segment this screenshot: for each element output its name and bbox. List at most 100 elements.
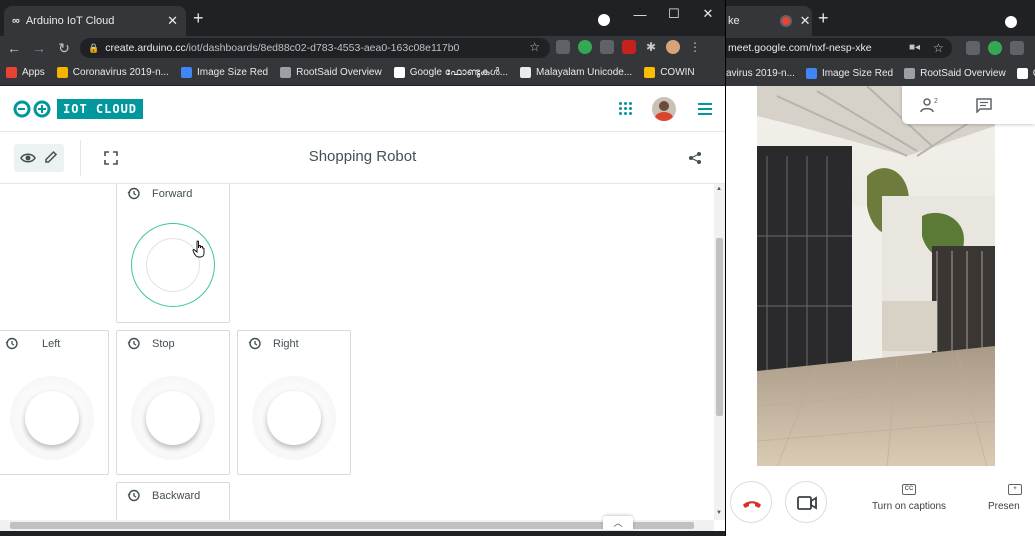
close-window-icon[interactable]: ✕ bbox=[691, 6, 725, 22]
bookmark-label: Image Size Red bbox=[821, 67, 894, 79]
bookmark-favicon-icon bbox=[280, 67, 292, 78]
bookmark-favicon-icon bbox=[520, 67, 532, 78]
remote-video-feed bbox=[757, 86, 995, 467]
people-icon[interactable]: 2 bbox=[920, 97, 940, 113]
phone-hangup-icon bbox=[743, 501, 761, 508]
widget-label: Backward bbox=[152, 489, 201, 502]
bookmarks-bar: avirus 2019-n... Image Size Red RootSaid O… bbox=[726, 60, 1035, 86]
lock-icon: 🔒 bbox=[88, 42, 100, 53]
forward-icon[interactable]: → bbox=[28, 40, 50, 56]
hang-up-button[interactable] bbox=[730, 481, 772, 523]
profile-indicator-icon[interactable] bbox=[598, 14, 610, 26]
bookmark-star-icon[interactable]: ☆ bbox=[529, 40, 540, 54]
bookmark-item[interactable]: Coronavirus 2019-n... bbox=[56, 67, 169, 78]
close-tab-icon[interactable]: ✕ bbox=[167, 13, 178, 29]
apps-grid-icon[interactable] bbox=[619, 102, 633, 116]
extension-icon-1[interactable] bbox=[556, 40, 570, 54]
bookmark-item[interactable]: COWIN bbox=[644, 67, 695, 78]
address-bar[interactable]: 🔒 create.arduino.cc /iot/dashboards/8ed8… bbox=[80, 38, 550, 58]
arduino-favicon-icon: ∞ bbox=[12, 15, 20, 27]
widget-label: Right bbox=[273, 337, 299, 350]
share-icon[interactable] bbox=[688, 151, 702, 165]
camera-permission-icon[interactable]: ■◂ bbox=[909, 38, 920, 58]
present-label: Presen bbox=[988, 501, 1020, 512]
bookmark-favicon-icon bbox=[1016, 67, 1028, 79]
camera-toggle-button[interactable] bbox=[785, 481, 827, 523]
bookmark-item[interactable]: avirus 2019-n... bbox=[726, 68, 795, 79]
new-tab-icon[interactable]: + bbox=[818, 8, 829, 29]
chat-icon[interactable] bbox=[976, 98, 992, 113]
meet-stage: 2 bbox=[726, 86, 1035, 467]
history-icon[interactable] bbox=[5, 337, 18, 350]
bookmark-label: Apps bbox=[22, 67, 45, 78]
scroll-down-icon[interactable]: ▼ bbox=[716, 510, 722, 516]
bookmark-star-icon[interactable]: ☆ bbox=[933, 38, 944, 58]
bookmarks-bar: Apps Coronavirus 2019-n... Image Size Red R… bbox=[0, 60, 725, 86]
browser-toolbar: ← → ↻ 🔒 create.arduino.cc /iot/dashboard… bbox=[0, 36, 725, 60]
scrollbar-thumb[interactable] bbox=[10, 522, 694, 529]
browser-menu-icon[interactable]: ⋮ bbox=[688, 40, 702, 54]
bookmark-favicon-icon bbox=[56, 67, 68, 78]
bookmark-item[interactable]: Image Size Red bbox=[180, 67, 268, 78]
scrollbar-thumb[interactable] bbox=[716, 238, 723, 416]
history-icon[interactable] bbox=[127, 489, 140, 502]
profile-indicator-icon[interactable] bbox=[1005, 16, 1017, 28]
browser-profile-avatar[interactable] bbox=[666, 40, 680, 54]
bookmark-item[interactable]: Malayalam Unicode... bbox=[520, 67, 632, 78]
push-button-left[interactable] bbox=[10, 376, 94, 460]
back-icon[interactable]: ← bbox=[3, 40, 25, 56]
push-button-forward[interactable] bbox=[131, 223, 215, 307]
bookmark-item[interactable]: RootSaid Overview bbox=[904, 67, 1006, 79]
captions-label: Turn on captions bbox=[871, 501, 947, 512]
video-camera-icon bbox=[797, 496, 817, 510]
hand-cursor-icon bbox=[192, 240, 205, 258]
bookmark-favicon-icon bbox=[805, 67, 817, 79]
desktop: ∞ Arduino IoT Cloud ✕ + — ☐ ✕ ← → ↻ 🔒 cr… bbox=[0, 0, 1035, 536]
closed-captions-icon: CC bbox=[902, 484, 916, 495]
bookmark-item[interactable]: Apps bbox=[6, 67, 45, 78]
push-button-right[interactable] bbox=[252, 376, 336, 460]
tab-title: ke bbox=[728, 15, 740, 27]
widget-left: Left bbox=[0, 330, 109, 475]
bookmark-item[interactable]: Image Size Red bbox=[805, 67, 894, 79]
turn-on-captions-button[interactable]: CC Turn on captions bbox=[856, 484, 962, 512]
user-avatar[interactable] bbox=[652, 97, 676, 121]
address-bar[interactable]: meet.google.com/nxf-nesp-xke ■◂ ☆ bbox=[726, 38, 952, 58]
minimize-icon[interactable]: — bbox=[623, 7, 657, 22]
reload-icon[interactable]: ↻ bbox=[53, 40, 75, 57]
bookmark-favicon-icon bbox=[904, 67, 916, 79]
puzzle-extensions-icon[interactable]: ✱ bbox=[644, 40, 658, 54]
tab-google-meet[interactable]: ke ✕ bbox=[726, 6, 812, 36]
extension-icon-2[interactable] bbox=[578, 40, 592, 54]
bookmark-label: Google ഫോണ്ടുകൾ... bbox=[409, 67, 509, 78]
history-icon[interactable] bbox=[127, 337, 140, 350]
bookmark-label: avirus 2019-n... bbox=[726, 67, 795, 79]
extension-icon-1[interactable] bbox=[966, 41, 980, 55]
apps-grid-icon bbox=[6, 67, 17, 78]
bookmark-item[interactable]: RootSaid Overview bbox=[280, 67, 382, 78]
bookmark-item[interactable]: Google ഫോണ്ടുകൾ... bbox=[393, 67, 509, 78]
extension-icon-2[interactable] bbox=[988, 41, 1002, 55]
maximize-icon[interactable]: ☐ bbox=[657, 6, 691, 22]
close-tab-icon[interactable]: ✕ bbox=[800, 13, 811, 29]
chevron-up-icon[interactable]: ︿ bbox=[603, 516, 633, 530]
extension-icon-3[interactable] bbox=[1010, 41, 1024, 55]
vertical-scrollbar[interactable]: ▲ ▼ bbox=[714, 184, 725, 520]
present-now-button[interactable]: + Presen bbox=[988, 484, 1035, 512]
arduino-logo-icon[interactable] bbox=[13, 100, 51, 118]
push-button-stop[interactable] bbox=[131, 376, 215, 460]
extension-icon-3[interactable] bbox=[600, 40, 614, 54]
widget-label: Forward bbox=[152, 187, 193, 200]
scroll-up-icon[interactable]: ▲ bbox=[716, 186, 722, 192]
hamburger-menu-icon[interactable] bbox=[698, 103, 712, 115]
bookmark-label: Coronavirus 2019-n... bbox=[72, 67, 169, 78]
new-tab-icon[interactable]: + bbox=[193, 8, 204, 29]
widget-stop: Stop bbox=[116, 330, 230, 475]
history-icon[interactable] bbox=[248, 337, 261, 350]
extensions-area: ✱ ⋮ bbox=[556, 40, 702, 54]
tab-title: Arduino IoT Cloud bbox=[25, 15, 115, 27]
extension-icon-4[interactable] bbox=[622, 40, 636, 54]
bookmark-item[interactable]: Goog bbox=[1016, 67, 1035, 79]
history-icon[interactable] bbox=[127, 187, 140, 200]
tab-arduino-iot-cloud[interactable]: ∞ Arduino IoT Cloud ✕ bbox=[4, 6, 186, 36]
